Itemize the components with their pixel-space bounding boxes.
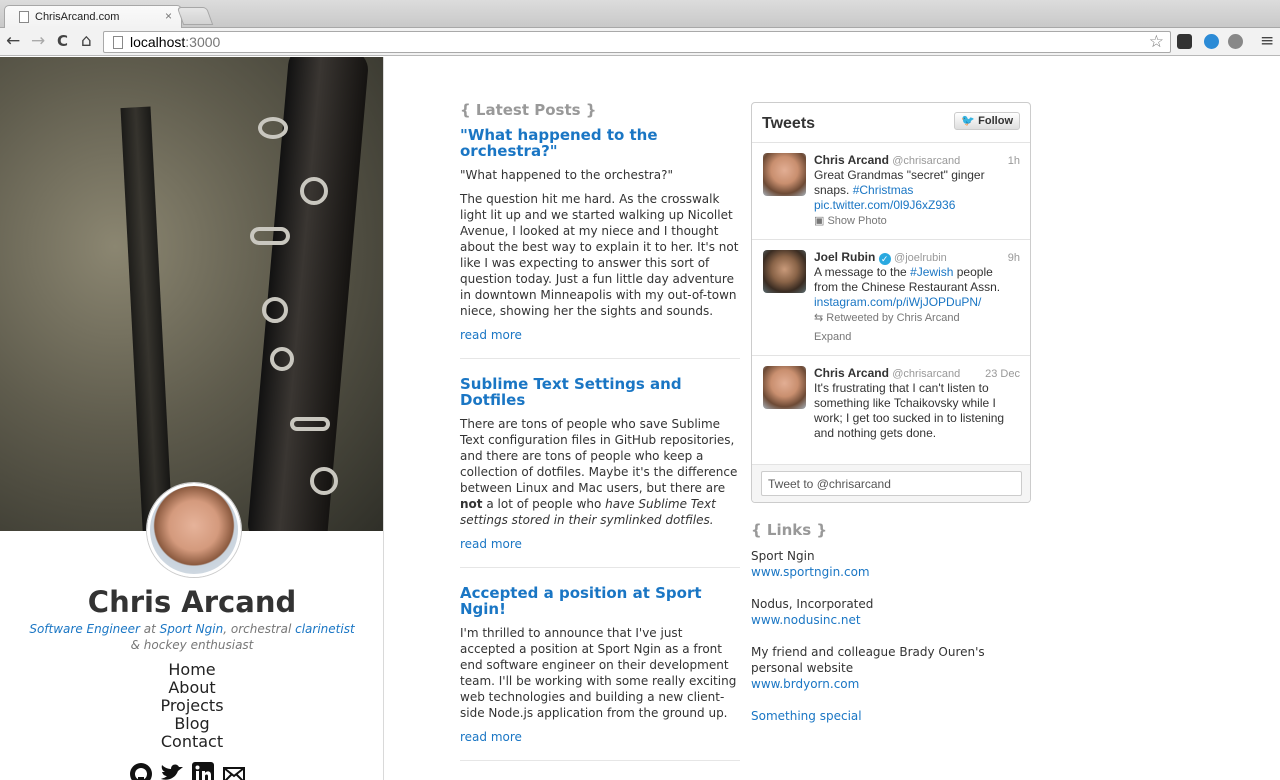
avatar[interactable] — [763, 366, 806, 409]
twitter-icon[interactable] — [159, 761, 186, 780]
hero-clarinet-photo — [0, 57, 383, 531]
menu-icon[interactable]: ≡ — [1260, 32, 1274, 50]
tweet-header: Chris Arcand @chrisarcand 23 Dec — [814, 366, 1020, 380]
role-link[interactable]: Software Engineer — [29, 622, 140, 636]
nav-about[interactable]: About — [0, 679, 383, 697]
tweet: Joel Rubin ✓ @joelrubin 9h A message to t… — [752, 240, 1030, 356]
nav-projects[interactable]: Projects — [0, 697, 383, 715]
link-item: Nodus, Incorporated www.nodusinc.net — [751, 596, 1031, 628]
post-title-link[interactable]: Sublime Text Settings and Dotfiles — [460, 376, 740, 408]
links-heading: { Links } — [751, 521, 828, 539]
twitter-widget-header: Tweets 🐦 Follow — [752, 103, 1030, 143]
post: Sublime Text Settings and Dotfiles There… — [460, 376, 740, 568]
back-icon[interactable]: ← — [6, 32, 20, 50]
link-item: Something special — [751, 708, 1031, 724]
home-icon[interactable]: ⌂ — [81, 32, 92, 50]
latest-posts-heading: { Latest Posts } — [460, 101, 597, 119]
post-text: "What happened to the orchestra?" — [460, 168, 673, 182]
tab-close-icon[interactable]: × — [165, 9, 172, 23]
hashtag-link[interactable]: #Christmas — [853, 183, 914, 197]
hashtag-link[interactable]: #Jewish — [910, 265, 953, 279]
social-links — [128, 761, 258, 780]
link-item: Sport Ngin www.sportngin.com — [751, 548, 1031, 580]
tweet: Chris Arcand @chrisarcand 23 Dec It's fru… — [752, 356, 1030, 466]
post: Accepted a position at Sport Ngin! I'm t… — [460, 585, 740, 761]
github-icon[interactable] — [128, 761, 155, 780]
extension-icon[interactable] — [1228, 34, 1243, 49]
mail-icon[interactable] — [221, 761, 248, 780]
nav-home[interactable]: Home — [0, 661, 383, 679]
link-url[interactable]: www.sportngin.com — [751, 564, 1031, 580]
read-more-link[interactable]: read more — [460, 328, 740, 342]
new-tab-button[interactable] — [176, 7, 214, 25]
tweet-header: Chris Arcand @chrisarcand 1h — [814, 153, 1020, 167]
show-photo-link[interactable]: ▣ Show Photo — [814, 214, 1020, 229]
extension-icon[interactable] — [1204, 34, 1219, 49]
twitter-widget-title: Tweets — [762, 115, 816, 132]
tweet-time[interactable]: 1h — [1008, 155, 1020, 167]
tweet-time[interactable]: 23 Dec — [985, 368, 1020, 380]
tab-title: ChrisArcand.com — [35, 11, 120, 23]
reload-icon[interactable]: C — [57, 32, 68, 50]
tweet-link[interactable]: instagram.com/p/iWjJOPDuPN/ — [814, 295, 981, 309]
page-icon — [113, 36, 123, 49]
post-title-link[interactable]: "What happened to the orchestra?" — [460, 127, 740, 159]
tweet-header: Joel Rubin ✓ @joelrubin 9h — [814, 250, 1020, 265]
something-special-link[interactable]: Something special — [751, 708, 1031, 724]
tweet-text: A message to the #Jewish people from the… — [814, 265, 1020, 345]
expand-link[interactable]: Expand — [814, 330, 1020, 345]
retweet-note: ⇆ Retweeted by Chris Arcand — [814, 312, 960, 324]
read-more-link[interactable]: read more — [460, 537, 740, 551]
follow-button[interactable]: 🐦 Follow — [954, 112, 1020, 130]
link-url[interactable]: www.nodusinc.net — [751, 612, 1031, 628]
nav-blog[interactable]: Blog — [0, 715, 383, 733]
post-text: There are tons of people who save Sublim… — [460, 417, 738, 527]
sidebar: Chris Arcand Software Engineer at Sport … — [0, 57, 384, 780]
extension-icon[interactable] — [1177, 34, 1192, 49]
latest-posts: { Latest Posts } "What happened to the o… — [460, 101, 740, 778]
tweet-link[interactable]: pic.twitter.com/0l9J6xZ936 — [814, 198, 955, 212]
forward-icon[interactable]: → — [31, 32, 45, 50]
company-link[interactable]: Sport Ngin — [160, 622, 224, 636]
tweet: Chris Arcand @chrisarcand 1h Great Grandm… — [752, 143, 1030, 240]
bookmark-star-icon[interactable]: ☆ — [1149, 32, 1164, 52]
link-url[interactable]: www.brdyorn.com — [751, 676, 1031, 692]
browser-tab-bar: ChrisArcand.com × — [0, 0, 1280, 28]
photo-icon: ▣ — [814, 215, 825, 227]
main-nav: Home About Projects Blog Contact — [0, 661, 383, 751]
tweet-text: Great Grandmas "secret" ginger snaps. #C… — [814, 168, 1020, 229]
page-icon — [19, 11, 29, 23]
twitter-bird-icon: 🐦 — [961, 115, 976, 127]
profile-tagline: Software Engineer at Sport Ngin, orchest… — [29, 622, 355, 652]
profile-name: Chris Arcand — [87, 585, 297, 619]
tweet-time[interactable]: 9h — [1008, 252, 1020, 264]
verified-icon: ✓ — [878, 253, 891, 265]
post-title-link[interactable]: Accepted a position at Sport Ngin! — [460, 585, 740, 617]
instrument-link[interactable]: clarinetist — [295, 622, 355, 636]
retweet-icon: ⇆ — [814, 312, 824, 324]
tweet-input[interactable]: Tweet to @chrisarcand — [761, 471, 1022, 496]
link-item: My friend and colleague Brady Ouren's pe… — [751, 644, 1031, 692]
url-text: localhost:3000 — [130, 34, 221, 50]
twitter-widget: Tweets 🐦 Follow Chris Arcand @chrisarcan… — [751, 102, 1031, 503]
linkedin-icon[interactable] — [190, 761, 217, 780]
browser-tab[interactable]: ChrisArcand.com × — [4, 5, 182, 28]
read-more-link[interactable]: read more — [460, 730, 740, 744]
post-text: The question hit me hard. As the crosswa… — [460, 192, 739, 318]
links-section: { Links } Sport Ngin www.sportngin.com N… — [751, 521, 1031, 740]
post: "What happened to the orchestra?" "What … — [460, 127, 740, 359]
avatar[interactable] — [763, 250, 806, 293]
address-bar[interactable]: localhost:3000 ☆ — [103, 31, 1171, 53]
avatar — [147, 483, 241, 577]
tweet-box: Tweet to @chrisarcand — [752, 464, 1030, 502]
avatar[interactable] — [763, 153, 806, 196]
tweet-text: It's frustrating that I can't listen to … — [814, 381, 1005, 440]
browser-toolbar: ← → C ⌂ localhost:3000 ☆ ≡ — [0, 28, 1280, 56]
post-text: I'm thrilled to announce that I've just … — [460, 626, 737, 720]
nav-contact[interactable]: Contact — [0, 733, 383, 751]
